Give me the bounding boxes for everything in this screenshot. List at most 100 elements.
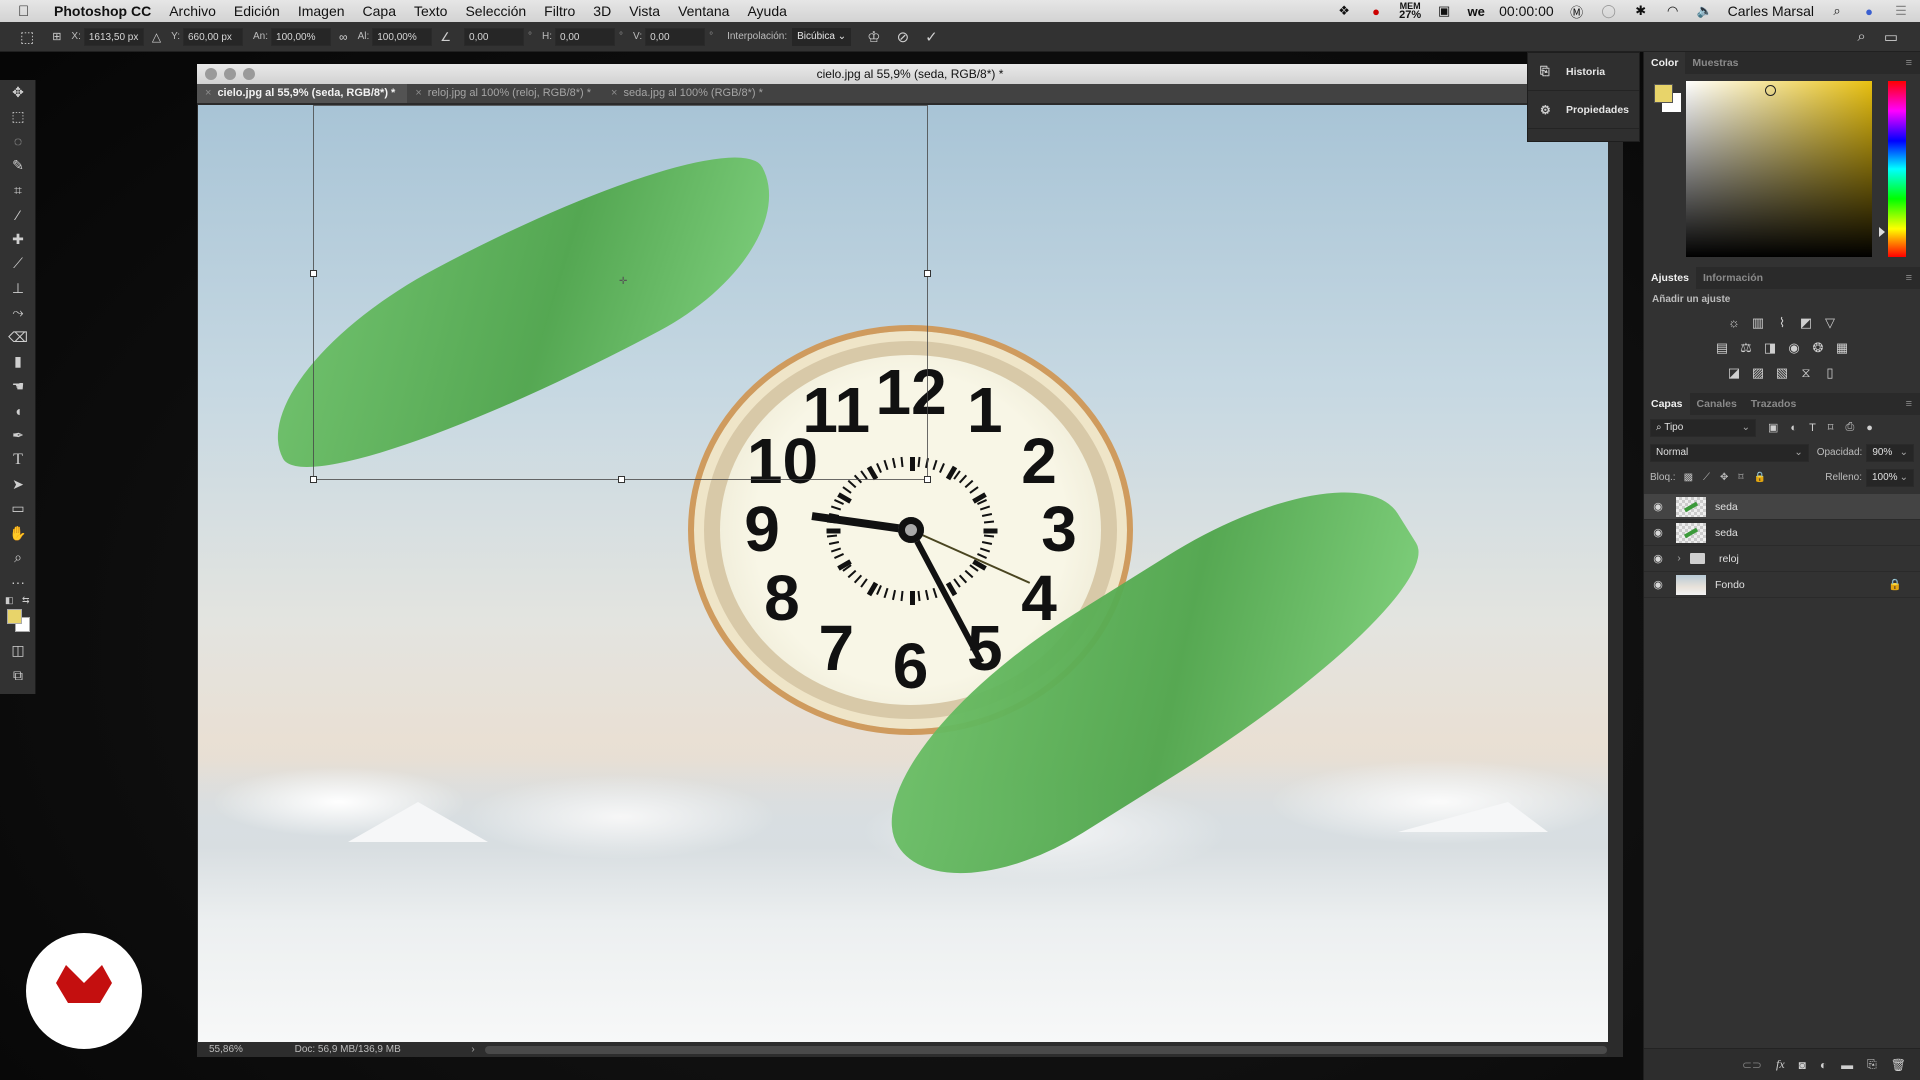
- menu-capa[interactable]: Capa: [363, 3, 396, 19]
- menu-archivo[interactable]: Archivo: [169, 3, 216, 19]
- brush-tool-icon[interactable]: ⟋: [0, 252, 36, 277]
- quick-mask-icon[interactable]: ◫: [0, 639, 36, 664]
- document-size[interactable]: Doc: 56,9 MB/136,9 MB: [295, 1044, 464, 1055]
- layer-thumbnail[interactable]: [1676, 522, 1706, 543]
- layer-row[interactable]: ◉ Fondo 🔒: [1644, 572, 1920, 598]
- exposure-icon[interactable]: ◩: [1798, 315, 1814, 331]
- color-lookup-icon[interactable]: ▦: [1834, 340, 1850, 356]
- brightness-contrast-icon[interactable]: ☼: [1726, 315, 1742, 330]
- edit-toolbar-icon[interactable]: ···: [0, 570, 36, 595]
- transform-handle-right[interactable]: [924, 270, 931, 277]
- tab-trazados[interactable]: Trazados: [1744, 393, 1804, 415]
- blend-mode-select[interactable]: Normal ⌄: [1650, 443, 1809, 462]
- layer-row[interactable]: ◉ seda: [1644, 494, 1920, 520]
- dodge-tool-icon[interactable]: ◖: [0, 399, 36, 424]
- document-titlebar[interactable]: cielo.jpg al 55,9% (seda, RGB/8*) *: [197, 64, 1623, 84]
- gradient-map-icon[interactable]: ▯: [1822, 365, 1838, 381]
- vibrance-icon[interactable]: ▽: [1822, 315, 1838, 331]
- menu-filtro[interactable]: Filtro: [544, 3, 575, 19]
- commit-transform-icon[interactable]: ✓: [925, 28, 938, 46]
- hue-saturation-icon[interactable]: ▤: [1714, 340, 1730, 356]
- filter-type-icon[interactable]: T: [1809, 422, 1816, 434]
- link-layers-icon[interactable]: ⊂⊃: [1742, 1058, 1762, 1072]
- visibility-eye-icon[interactable]: ◉: [1644, 526, 1672, 539]
- pen-tool-icon[interactable]: ✒: [0, 423, 36, 448]
- color-cursor[interactable]: [1765, 85, 1776, 96]
- dock-historia[interactable]: ⎘ Historia: [1528, 53, 1639, 91]
- clone-stamp-tool-icon[interactable]: ⊥: [0, 276, 36, 301]
- lock-pixels-icon[interactable]: ⟋: [1703, 472, 1710, 483]
- panel-menu-icon[interactable]: ≡: [1906, 398, 1912, 410]
- menu-ayuda[interactable]: Ayuda: [747, 3, 786, 19]
- zoom-tool-icon[interactable]: ⌕: [0, 546, 36, 571]
- menu-3d[interactable]: 3D: [593, 3, 611, 19]
- layer-thumbnail[interactable]: [1676, 496, 1706, 517]
- eraser-tool-icon[interactable]: ⌫: [0, 325, 36, 350]
- add-mask-icon[interactable]: ◙: [1799, 1058, 1806, 1072]
- expand-group-chevron-icon[interactable]: ›: [1672, 553, 1686, 564]
- smudge-tool-icon[interactable]: ☚: [0, 374, 36, 399]
- eyedropper-tool-icon[interactable]: ⁄: [0, 203, 36, 228]
- levels-icon[interactable]: ▥: [1750, 315, 1766, 331]
- move-tool-icon[interactable]: ✥: [0, 80, 36, 105]
- filter-toggle-icon[interactable]: ●: [1866, 422, 1873, 434]
- apple-menu-icon[interactable]: : [18, 3, 38, 20]
- hue-slider-marker[interactable]: [1879, 227, 1885, 237]
- close-tab-icon[interactable]: ×: [205, 87, 211, 99]
- height-input[interactable]: 100,00%: [372, 27, 433, 46]
- transform-pivot-icon[interactable]: ✛: [619, 276, 627, 287]
- vertical-scrollbar[interactable]: [1609, 105, 1623, 1042]
- default-colors-icon[interactable]: ◧: [5, 595, 14, 606]
- menu-seleccion[interactable]: Selección: [465, 3, 526, 19]
- selective-color-icon[interactable]: ⧖: [1798, 365, 1814, 381]
- rectangle-tool-icon[interactable]: ▭: [0, 497, 36, 522]
- filter-pixel-icon[interactable]: ▣: [1768, 421, 1778, 434]
- panel-menu-icon[interactable]: ≡: [1906, 272, 1912, 284]
- free-transform-bounding-box[interactable]: ✛: [310, 105, 931, 483]
- tab-color[interactable]: Color: [1644, 52, 1686, 74]
- volume-icon[interactable]: 🔈: [1696, 3, 1714, 18]
- memory-status[interactable]: MEM 27%: [1399, 2, 1421, 21]
- notification-center-icon[interactable]: ☰: [1892, 3, 1910, 18]
- transform-handle-bottom[interactable]: [618, 476, 625, 483]
- siri-icon[interactable]: ●: [1860, 4, 1878, 19]
- interpolation-select[interactable]: Bicúbica ⌄: [792, 27, 852, 46]
- swap-colors-icon[interactable]: ⇆: [22, 595, 30, 606]
- layer-name[interactable]: reloj: [1719, 553, 1739, 565]
- lock-artboard-icon[interactable]: ⌑: [1738, 472, 1743, 483]
- bluetooth-icon[interactable]: ✱: [1632, 3, 1650, 18]
- lock-transparent-icon[interactable]: ▩: [1684, 472, 1693, 483]
- spotlight-search-icon[interactable]: ⌕: [1828, 3, 1846, 18]
- warp-mode-icon[interactable]: ♔: [867, 28, 880, 46]
- tab-reloj[interactable]: × reloj.jpg al 100% (reloj, RGB/8*) *: [407, 84, 603, 103]
- tab-muestras[interactable]: Muestras: [1685, 52, 1745, 74]
- menu-texto[interactable]: Texto: [414, 3, 447, 19]
- new-layer-icon[interactable]: ⎘: [1867, 1057, 1877, 1072]
- hand-tool-icon[interactable]: ✋: [0, 521, 36, 546]
- filter-shape-icon[interactable]: ⌑: [1828, 421, 1834, 434]
- horizontal-scrollbar[interactable]: [484, 1045, 1607, 1054]
- search-icon[interactable]: ⌕: [1857, 28, 1865, 45]
- reference-point-locator-icon[interactable]: ⊞: [52, 30, 61, 43]
- width-input[interactable]: 100,00%: [271, 27, 332, 46]
- x-input[interactable]: 1613,50 px: [83, 27, 144, 46]
- saturation-value-field[interactable]: [1686, 81, 1872, 257]
- app-menu[interactable]: Photoshop CC: [54, 3, 151, 19]
- close-tab-icon[interactable]: ×: [611, 87, 617, 99]
- menu-vista[interactable]: Vista: [629, 3, 660, 19]
- transform-handle-bottom-right[interactable]: [924, 476, 931, 483]
- user-name[interactable]: Carles Marsal: [1728, 3, 1814, 19]
- visibility-eye-icon[interactable]: ◉: [1644, 578, 1672, 591]
- foreground-color-swatch[interactable]: [7, 608, 22, 624]
- transform-tool-preset-icon[interactable]: ⬚: [20, 28, 34, 46]
- marquee-tool-icon[interactable]: ⬚: [0, 105, 36, 130]
- menu-edicion[interactable]: Edición: [234, 3, 280, 19]
- layer-row[interactable]: ◉ seda: [1644, 520, 1920, 546]
- type-tool-icon[interactable]: T: [0, 448, 36, 473]
- creative-cloud-icon[interactable]: ●: [1367, 4, 1385, 19]
- link-proportions-icon[interactable]: ∞: [339, 30, 348, 44]
- lock-all-icon[interactable]: 🔒: [1754, 472, 1766, 483]
- layer-style-fx-icon[interactable]: fx: [1776, 1057, 1785, 1072]
- m-app-icon[interactable]: Ⓜ: [1568, 4, 1586, 20]
- crop-tool-icon[interactable]: ⌗: [0, 178, 36, 203]
